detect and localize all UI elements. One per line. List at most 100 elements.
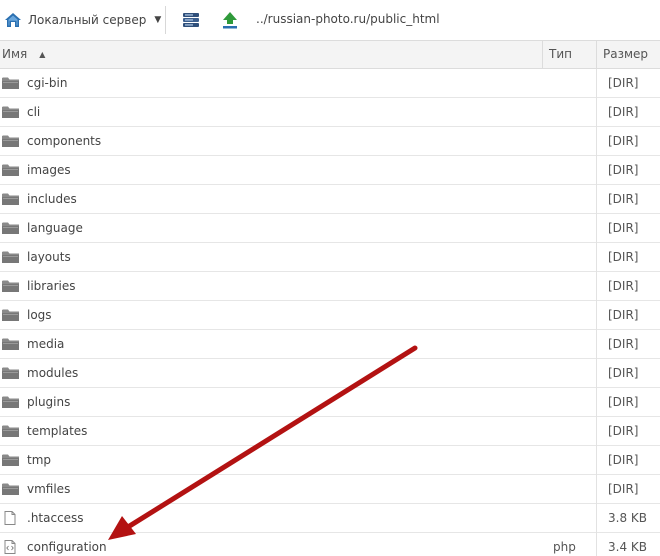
file-size: [DIR] (608, 221, 639, 235)
server-button[interactable] (181, 10, 201, 30)
column-divider (596, 185, 597, 214)
column-divider (596, 417, 597, 446)
column-name-label: Имя (2, 47, 28, 61)
file-list: cgi-bin [DIR] cli [DIR] components [DIR] image… (0, 69, 660, 556)
folder-icon (2, 192, 19, 206)
column-divider (596, 156, 597, 185)
column-divider (596, 127, 597, 156)
column-divider (596, 330, 597, 359)
folder-icon (2, 221, 19, 235)
file-name: logs (27, 308, 52, 322)
file-name: configuration (27, 540, 107, 554)
server-icon (183, 13, 199, 27)
table-row[interactable]: language [DIR] (0, 214, 660, 243)
file-name: includes (27, 192, 77, 206)
column-divider (596, 533, 597, 556)
table-row[interactable]: layouts [DIR] (0, 243, 660, 272)
table-row[interactable]: .htaccess 3.8 KB (0, 504, 660, 533)
file-name: vmfiles (27, 482, 71, 496)
server-label: Локальный сервер (28, 13, 147, 27)
folder-icon (2, 366, 19, 380)
column-header-name[interactable]: Имя ▲ (2, 41, 542, 68)
folder-icon (2, 105, 19, 119)
file-size: [DIR] (608, 308, 639, 322)
file-size: [DIR] (608, 482, 639, 496)
table-row[interactable]: components [DIR] (0, 127, 660, 156)
folder-icon (2, 163, 19, 177)
folder-icon (2, 308, 19, 322)
file-name: layouts (27, 250, 71, 264)
file-name: images (27, 163, 71, 177)
server-selector[interactable]: Локальный сервер ▼ (4, 9, 161, 31)
column-divider (596, 446, 597, 475)
column-divider (596, 475, 597, 504)
file-name: language (27, 221, 83, 235)
table-row[interactable]: cgi-bin [DIR] (0, 69, 660, 98)
file-size: [DIR] (608, 279, 639, 293)
file-size: [DIR] (608, 424, 639, 438)
toolbar: Локальный сервер ▼ ../russian-photo.ru/p… (0, 0, 660, 40)
table-row[interactable]: plugins [DIR] (0, 388, 660, 417)
column-divider (596, 504, 597, 533)
column-header-type[interactable]: Тип (542, 41, 596, 68)
column-type-label: Тип (549, 47, 572, 61)
folder-icon (2, 76, 19, 90)
sort-ascending-icon: ▲ (39, 50, 46, 59)
column-divider (596, 243, 597, 272)
column-divider (596, 388, 597, 417)
table-header: Имя ▲ Тип Размер (0, 40, 660, 69)
column-divider (596, 272, 597, 301)
folder-icon (2, 424, 19, 438)
file-type: php (553, 540, 576, 554)
file-size: [DIR] (608, 250, 639, 264)
file-icon (2, 511, 19, 525)
table-row[interactable]: libraries [DIR] (0, 272, 660, 301)
table-row[interactable]: tmp [DIR] (0, 446, 660, 475)
table-row[interactable]: configuration php 3.4 KB (0, 533, 660, 556)
folder-icon (2, 279, 19, 293)
column-divider (596, 301, 597, 330)
file-name: templates (27, 424, 88, 438)
table-row[interactable]: logs [DIR] (0, 301, 660, 330)
file-size: [DIR] (608, 76, 639, 90)
upload-icon (223, 12, 237, 29)
column-divider (596, 69, 597, 98)
file-name: .htaccess (27, 511, 84, 525)
file-name: media (27, 337, 65, 351)
file-name: cli (27, 105, 41, 119)
column-size-label: Размер (603, 47, 649, 61)
column-divider (596, 98, 597, 127)
file-size: [DIR] (608, 192, 639, 206)
file-name: tmp (27, 453, 52, 467)
table-row[interactable]: templates [DIR] (0, 417, 660, 446)
file-size: [DIR] (608, 105, 639, 119)
table-row[interactable]: images [DIR] (0, 156, 660, 185)
column-divider (596, 214, 597, 243)
chevron-down-icon[interactable]: ▼ (154, 15, 161, 25)
folder-icon (2, 482, 19, 496)
folder-icon (2, 250, 19, 264)
upload-button[interactable] (220, 10, 240, 30)
column-header-size[interactable]: Размер (596, 41, 660, 68)
file-size: [DIR] (608, 337, 639, 351)
table-row[interactable]: cli [DIR] (0, 98, 660, 127)
table-row[interactable]: media [DIR] (0, 330, 660, 359)
table-row[interactable]: modules [DIR] (0, 359, 660, 388)
table-row[interactable]: includes [DIR] (0, 185, 660, 214)
file-name: libraries (27, 279, 76, 293)
file-size: [DIR] (608, 134, 639, 148)
file-size: 3.4 KB (608, 540, 647, 554)
file-size: [DIR] (608, 453, 639, 467)
file-size: [DIR] (608, 163, 639, 177)
code-file-icon (2, 540, 19, 554)
folder-icon (2, 395, 19, 409)
file-size: [DIR] (608, 366, 639, 380)
folder-icon (2, 134, 19, 148)
current-path: ../russian-photo.ru/public_html (256, 12, 440, 26)
table-row[interactable]: vmfiles [DIR] (0, 475, 660, 504)
file-name: modules (27, 366, 79, 380)
file-name: components (27, 134, 102, 148)
toolbar-divider (165, 6, 166, 34)
folder-icon (2, 337, 19, 351)
folder-icon (2, 453, 19, 467)
